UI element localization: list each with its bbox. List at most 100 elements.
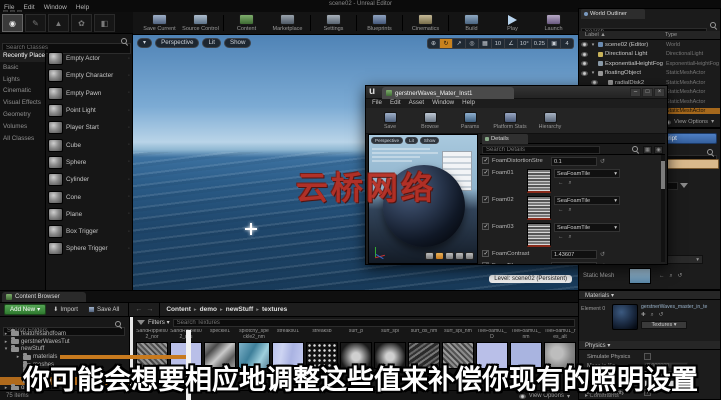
cinematics-button[interactable]: Cinematics [405, 13, 446, 34]
menu-help[interactable]: Help [462, 99, 475, 106]
asset-action-icons[interactable]: ← ⌕ ↺ [655, 273, 682, 280]
param-checkbox[interactable] [482, 222, 489, 230]
menu-window[interactable]: Window [44, 4, 67, 11]
lit-mode-button[interactable]: Lit [405, 137, 418, 144]
grid-snap-value[interactable]: 10 [491, 38, 505, 49]
place-actor-item[interactable]: Cylinder ◦ [46, 171, 132, 188]
label-column-header[interactable]: Label [585, 32, 599, 38]
forward-button[interactable]: → [146, 306, 153, 313]
paint-mode-icon[interactable]: ✎ [25, 14, 46, 32]
menu-asset[interactable]: Asset [409, 99, 424, 106]
move-tool-icon[interactable]: ⊕ [426, 38, 440, 49]
param-checkbox[interactable] [482, 249, 489, 257]
category-lights[interactable]: Lights [0, 74, 45, 86]
place-actor-item[interactable]: Empty Character ◦ [46, 67, 132, 84]
menu-edit[interactable]: Edit [23, 4, 34, 11]
physics-section-header[interactable]: Physics ▾ [579, 341, 720, 350]
source-control-button[interactable]: Source Control [180, 13, 221, 34]
visibility-eye-icon[interactable] [581, 61, 588, 67]
plane-shape-button[interactable] [445, 252, 454, 260]
filter-funnel-icon[interactable] [137, 320, 145, 325]
folder-gerstnerwavestut[interactable]: ▸ gerstnerWavesTut [0, 337, 129, 346]
browse-button[interactable]: Browse [410, 111, 450, 130]
tab-world-outliner[interactable]: World Outliner [581, 9, 645, 19]
place-actor-item[interactable]: Cone ◦ [46, 188, 132, 205]
static-mesh-thumbnail[interactable] [629, 268, 651, 284]
selection-gizmo[interactable] [245, 223, 257, 235]
show-button[interactable]: Show [419, 137, 440, 144]
place-actor-item[interactable]: Cube ◦ [46, 136, 132, 153]
content-button[interactable]: Content [226, 13, 267, 34]
place-actor-item[interactable]: Sphere Trigger ◦ [46, 240, 132, 257]
outliner-row[interactable]: ▾ scene02 (Editor) World [579, 40, 720, 50]
place-actor-item[interactable]: Empty Actor ◦ [46, 50, 132, 67]
hierarchy-button[interactable]: Hierarchy [530, 111, 570, 130]
param-checkbox[interactable] [482, 156, 489, 164]
params-button[interactable]: Params [450, 111, 490, 130]
cylinder-shape-button[interactable] [425, 252, 434, 260]
place-actor-item[interactable]: Sphere ◦ [46, 154, 132, 171]
param-value-field[interactable]: 6.0 [551, 261, 597, 264]
param-checkbox[interactable] [482, 195, 489, 203]
drag-handle-icon[interactable]: ◦ [128, 90, 130, 96]
minimize-button[interactable]: – [630, 88, 641, 97]
texture-select-dropdown[interactable]: SeaFoamTile ▾ [554, 195, 620, 205]
category-volumes[interactable]: Volumes [0, 121, 45, 133]
visibility-eye-icon[interactable] [581, 70, 588, 76]
outliner-view-options[interactable]: View Options ▾ [664, 119, 714, 125]
sphere-shape-button[interactable] [435, 252, 444, 260]
category-visual-effects[interactable]: Visual Effects [0, 97, 45, 109]
viewport-options-button[interactable]: ▾ [137, 38, 153, 48]
drag-handle-icon[interactable]: ◦ [128, 246, 130, 252]
textures-button[interactable]: Textures ▾ [641, 321, 687, 329]
add-new-button[interactable]: Add New ▾ [4, 304, 47, 315]
view-options-icon[interactable]: ◉ [654, 145, 663, 154]
breadcrumb-demo[interactable]: demo [200, 306, 217, 313]
drag-handle-icon[interactable]: ◦ [128, 142, 130, 148]
texture-select-dropdown[interactable]: SeaFoamTile ▾ [554, 222, 620, 232]
category-basic[interactable]: Basic [0, 62, 45, 74]
breadcrumb-content[interactable]: Content [166, 306, 191, 313]
materials-section-header[interactable]: Materials ▾ [579, 291, 720, 300]
drag-handle-icon[interactable]: ◦ [128, 56, 130, 62]
back-button[interactable]: ← [135, 306, 142, 313]
category-filter-icon[interactable]: ▦ [643, 145, 652, 154]
rotate-tool-icon[interactable]: ↻ [439, 38, 453, 49]
settings-button[interactable]: Settings [313, 13, 354, 34]
save-current-button[interactable]: Save Current [139, 13, 180, 34]
texture-param-thumbnail[interactable] [527, 168, 551, 193]
menu-edit[interactable]: Edit [390, 99, 401, 106]
material-instance-tab[interactable]: gerstnerWaves_Mater_Inst1 [382, 87, 514, 99]
param-value-field[interactable]: 1.43607 [551, 249, 597, 259]
marketplace-button[interactable]: Marketplace [267, 13, 308, 34]
browse-icon[interactable]: ⌕ [569, 234, 572, 241]
menu-window[interactable]: Window [432, 99, 454, 106]
drag-handle-icon[interactable]: ◦ [128, 125, 130, 131]
category-recently-placed[interactable]: Recently Placed [0, 50, 45, 62]
details-scrollbar[interactable] [661, 155, 665, 262]
search-assets-input[interactable] [172, 318, 575, 327]
tab-content-browser[interactable]: Content Browser [2, 292, 86, 302]
place-actor-item[interactable]: Plane ◦ [46, 206, 132, 223]
browse-icon[interactable]: ⌕ [569, 180, 572, 187]
browse-icon[interactable]: ⌕ [569, 207, 572, 214]
place-actor-item[interactable]: Empty Pawn ◦ [46, 85, 132, 102]
scale-tool-icon[interactable]: ↗ [452, 38, 466, 49]
platform-stats-button[interactable]: Platform Stats [490, 111, 530, 130]
foliage-mode-icon[interactable]: ✿ [71, 14, 92, 32]
angle-snap-icon[interactable]: ∠ [504, 38, 518, 49]
perspective-button[interactable]: Perspective [155, 38, 200, 48]
folder-newstuff[interactable]: ▾ newStuff [0, 344, 129, 354]
drag-handle-icon[interactable]: ◦ [128, 159, 130, 165]
build-button[interactable]: Build [451, 13, 492, 34]
search-details-input[interactable] [482, 145, 600, 154]
reset-icon[interactable]: ↺ [678, 273, 683, 280]
import-button[interactable]: ⬇ Import [50, 304, 81, 315]
save-button[interactable]: Save [370, 111, 410, 130]
use-selected-icon[interactable]: ← [558, 180, 564, 187]
drag-handle-icon[interactable]: ◦ [128, 177, 130, 183]
category-all-classes[interactable]: All Classes [0, 133, 45, 145]
camera-icon[interactable]: ▣ [548, 38, 561, 49]
visibility-eye-icon[interactable] [581, 42, 588, 48]
lit-mode-button[interactable]: Lit [202, 38, 221, 48]
